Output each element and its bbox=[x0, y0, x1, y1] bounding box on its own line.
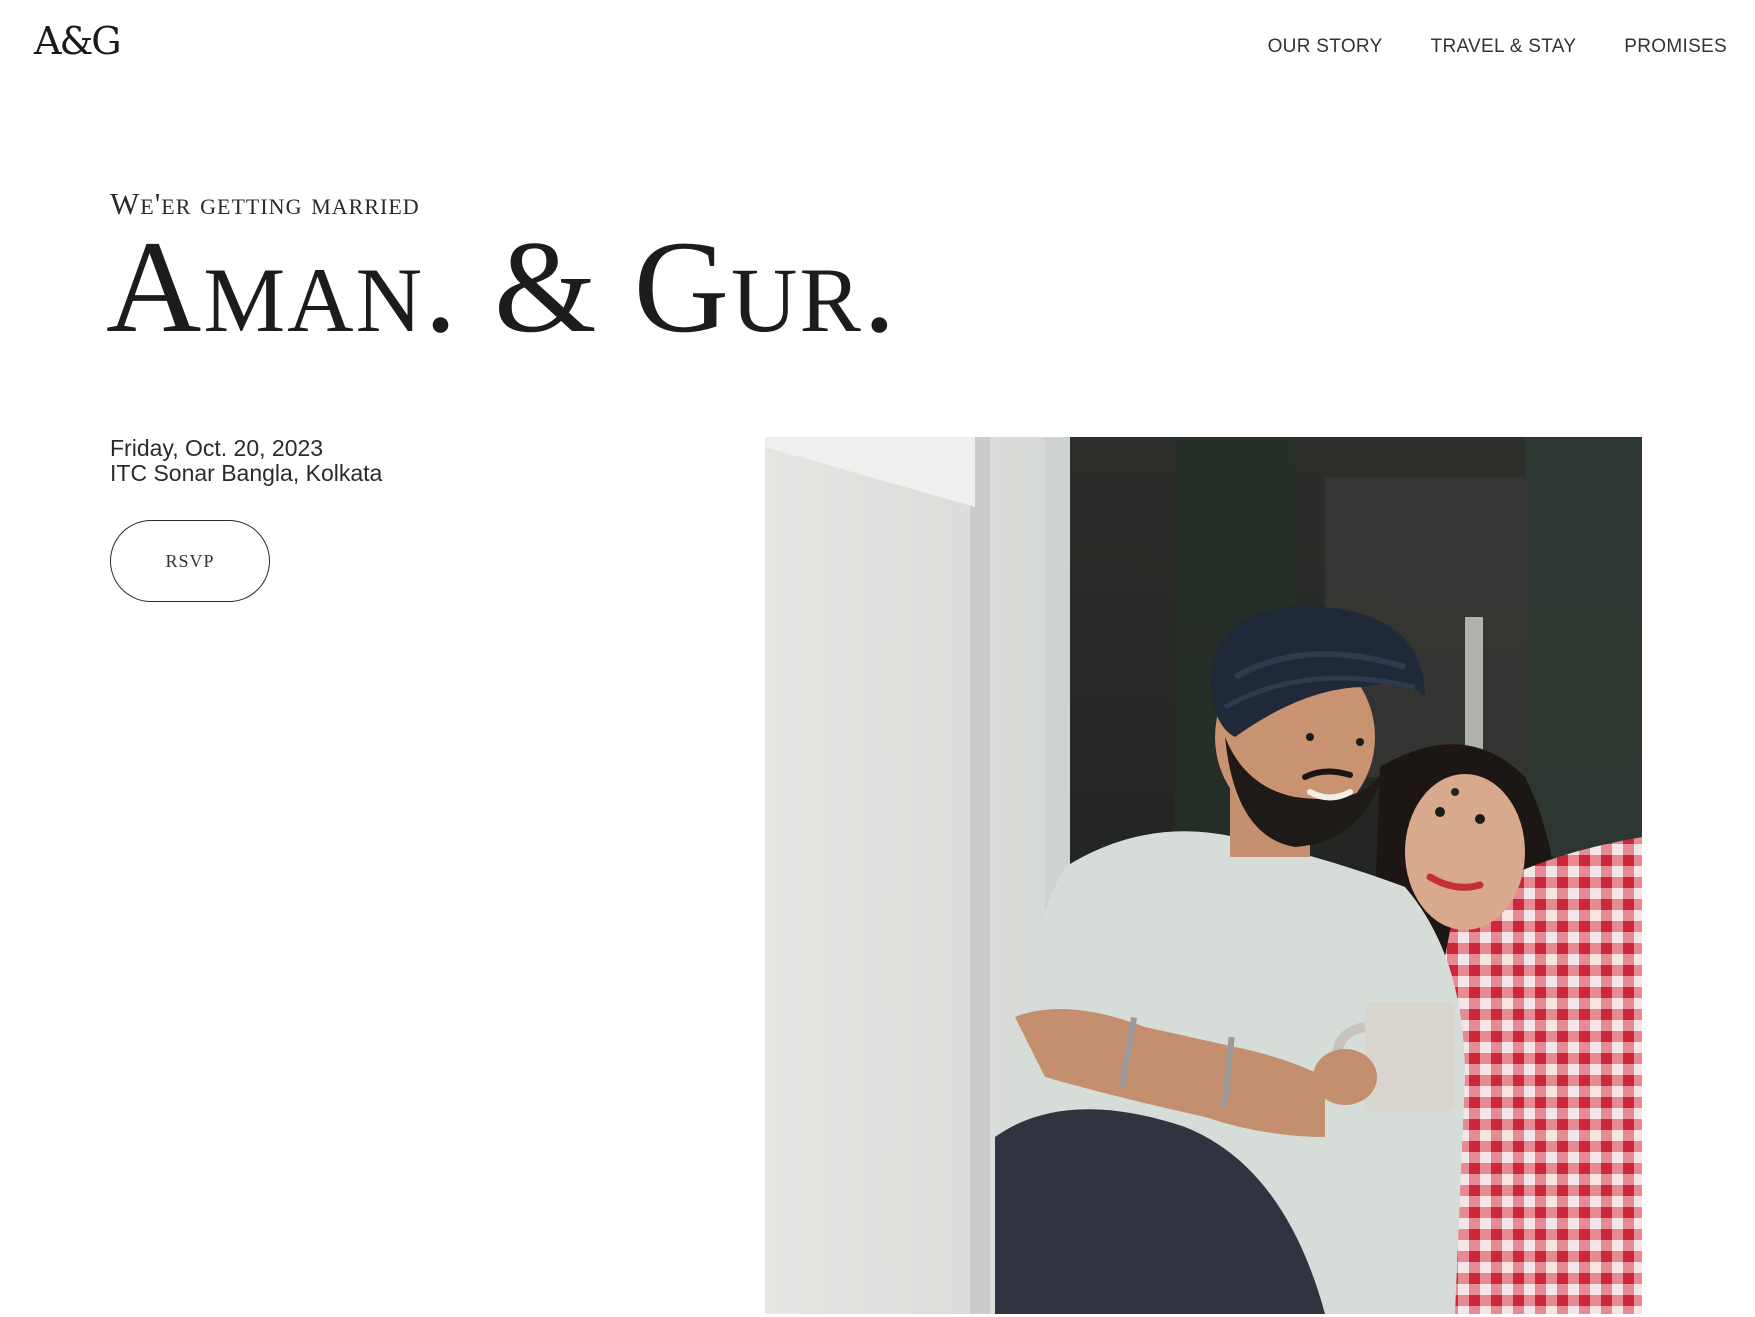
event-date: Friday, Oct. 20, 2023 bbox=[110, 435, 324, 461]
main-nav: OUR STORY TRAVEL & STAY PROMISES bbox=[1268, 36, 1727, 58]
coffee-mug bbox=[1365, 1002, 1455, 1112]
nav-item-travel-stay[interactable]: TRAVEL & STAY bbox=[1431, 36, 1577, 58]
door-frame-edge bbox=[970, 437, 990, 1314]
couple-photo bbox=[765, 437, 1642, 1314]
event-venue: ITC Sonar Bangla, Kolkata bbox=[110, 460, 383, 486]
site-logo[interactable]: A&G bbox=[34, 22, 122, 60]
woman-face bbox=[1405, 774, 1525, 930]
nav-item-promises[interactable]: PROMISES bbox=[1624, 36, 1727, 58]
event-details: Friday, Oct. 20, 2023 ITC Sonar Bangla, … bbox=[110, 436, 382, 486]
rsvp-button[interactable]: RSVP bbox=[110, 520, 270, 602]
couple-photo-illustration bbox=[765, 437, 1642, 1314]
couple-names-title: Aman. & Gur. bbox=[106, 213, 898, 360]
nav-item-our-story[interactable]: OUR STORY bbox=[1268, 36, 1383, 58]
